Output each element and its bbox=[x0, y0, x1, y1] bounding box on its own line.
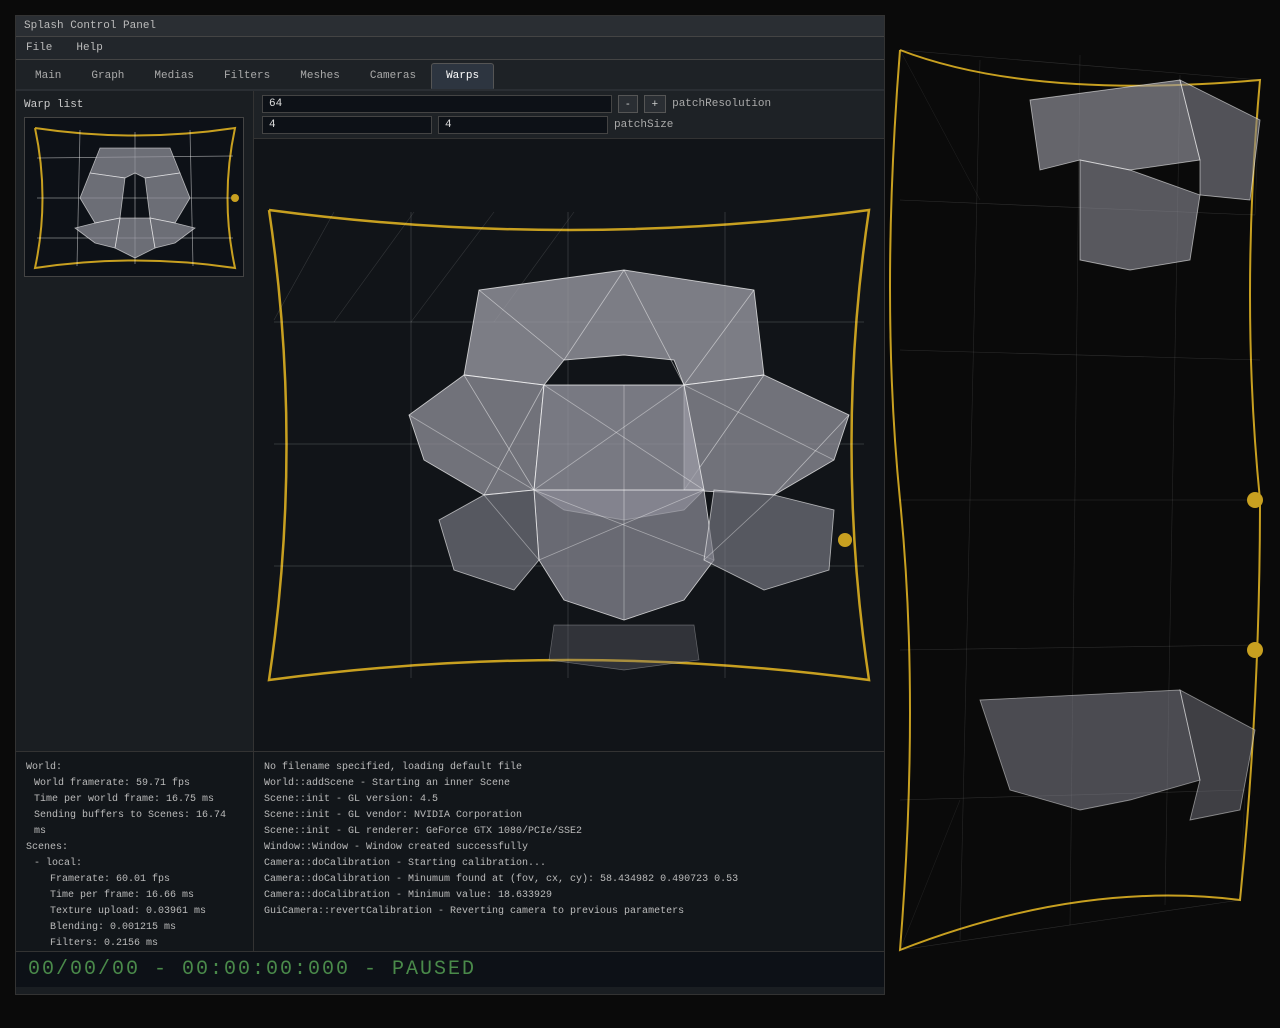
patch-resolution-label: patchResolution bbox=[672, 98, 771, 110]
scenes-label: Scenes: bbox=[26, 840, 243, 856]
log-line-2: Scene::init - GL version: 4.5 bbox=[264, 792, 874, 808]
patch-size-label: patchSize bbox=[614, 119, 673, 131]
patch-resolution-minus[interactable]: - bbox=[618, 95, 638, 113]
warp-preview-svg bbox=[25, 118, 244, 277]
tab-main[interactable]: Main bbox=[20, 63, 76, 89]
warp-list-label: Warp list bbox=[24, 99, 245, 111]
log-line-7: Camera::doCalibration - Minumum found at… bbox=[264, 872, 874, 888]
local-label: - local: bbox=[26, 856, 243, 872]
window-title: Splash Control Panel bbox=[24, 20, 156, 32]
patch-resolution-plus[interactable]: + bbox=[644, 95, 666, 113]
patch-size-input1[interactable] bbox=[262, 116, 432, 134]
time-per-frame: Time per frame: 16.66 ms bbox=[26, 888, 243, 904]
menu-help[interactable]: Help bbox=[72, 40, 106, 56]
log-line-0: No filename specified, loading default f… bbox=[264, 760, 874, 776]
stats-panel: World: World framerate: 59.71 fps Time p… bbox=[16, 752, 254, 951]
world-framerate: World framerate: 59.71 fps bbox=[26, 776, 243, 792]
texture-upload: Texture upload: 0.03961 ms bbox=[26, 904, 243, 920]
app-window: Splash Control Panel File Help Main Grap… bbox=[15, 15, 885, 995]
right-side-svg bbox=[880, 0, 1280, 1024]
tab-medias[interactable]: Medias bbox=[139, 63, 209, 89]
menu-bar: File Help bbox=[16, 37, 884, 60]
title-bar: Splash Control Panel bbox=[16, 16, 884, 37]
framerate: Framerate: 60.01 fps bbox=[26, 872, 243, 888]
warp-preview[interactable] bbox=[24, 117, 244, 277]
time-world-frame: Time per world frame: 16.75 ms bbox=[26, 792, 243, 808]
tab-cameras[interactable]: Cameras bbox=[355, 63, 431, 89]
main-panel: Warp list bbox=[16, 91, 884, 751]
patch-resolution-input[interactable] bbox=[262, 95, 612, 113]
tab-bar: Main Graph Medias Filters Meshes Cameras… bbox=[16, 60, 884, 91]
viewport[interactable] bbox=[254, 139, 884, 751]
right-side-visual bbox=[880, 0, 1280, 1024]
blending: Blending: 0.001215 ms bbox=[26, 920, 243, 936]
log-line-1: World::addScene - Starting an inner Scen… bbox=[264, 776, 874, 792]
patch-size-row: patchSize bbox=[262, 116, 876, 134]
tab-warps[interactable]: Warps bbox=[431, 63, 494, 89]
left-panel: Warp list bbox=[16, 91, 254, 751]
patch-resolution-row: - + patchResolution bbox=[262, 95, 876, 113]
log-line-3: Scene::init - GL vendor: NVIDIA Corporat… bbox=[264, 808, 874, 824]
tab-meshes[interactable]: Meshes bbox=[285, 63, 355, 89]
timecode-bar: 00/00/00 - 00:00:00:000 - PAUSED bbox=[16, 951, 884, 987]
right-panel: - + patchResolution patchSize bbox=[254, 91, 884, 751]
filters: Filters: 0.2156 ms bbox=[26, 936, 243, 952]
bottom-panel: World: World framerate: 59.71 fps Time p… bbox=[16, 751, 884, 951]
timecode-value: 00/00/00 - 00:00:00:000 - PAUSED bbox=[28, 958, 476, 981]
log-line-4: Scene::init - GL renderer: GeForce GTX 1… bbox=[264, 824, 874, 840]
controls-bar: - + patchResolution patchSize bbox=[254, 91, 884, 139]
tab-graph[interactable]: Graph bbox=[76, 63, 139, 89]
log-line-6: Camera::doCalibration - Starting calibra… bbox=[264, 856, 874, 872]
log-panel: No filename specified, loading default f… bbox=[254, 752, 884, 951]
content-area: Warp list bbox=[16, 91, 884, 987]
tab-filters[interactable]: Filters bbox=[209, 63, 285, 89]
menu-file[interactable]: File bbox=[22, 40, 56, 56]
world-label: World: bbox=[26, 760, 243, 776]
patch-size-input2[interactable] bbox=[438, 116, 608, 134]
log-line-9: GuiCamera::revertCalibration - Reverting… bbox=[264, 904, 874, 920]
log-line-8: Camera::doCalibration - Minimum value: 1… bbox=[264, 888, 874, 904]
viewport-svg bbox=[254, 139, 884, 751]
sending-buffers: Sending buffers to Scenes: 16.74 ms bbox=[26, 808, 243, 840]
log-line-5: Window::Window - Window created successf… bbox=[264, 840, 874, 856]
